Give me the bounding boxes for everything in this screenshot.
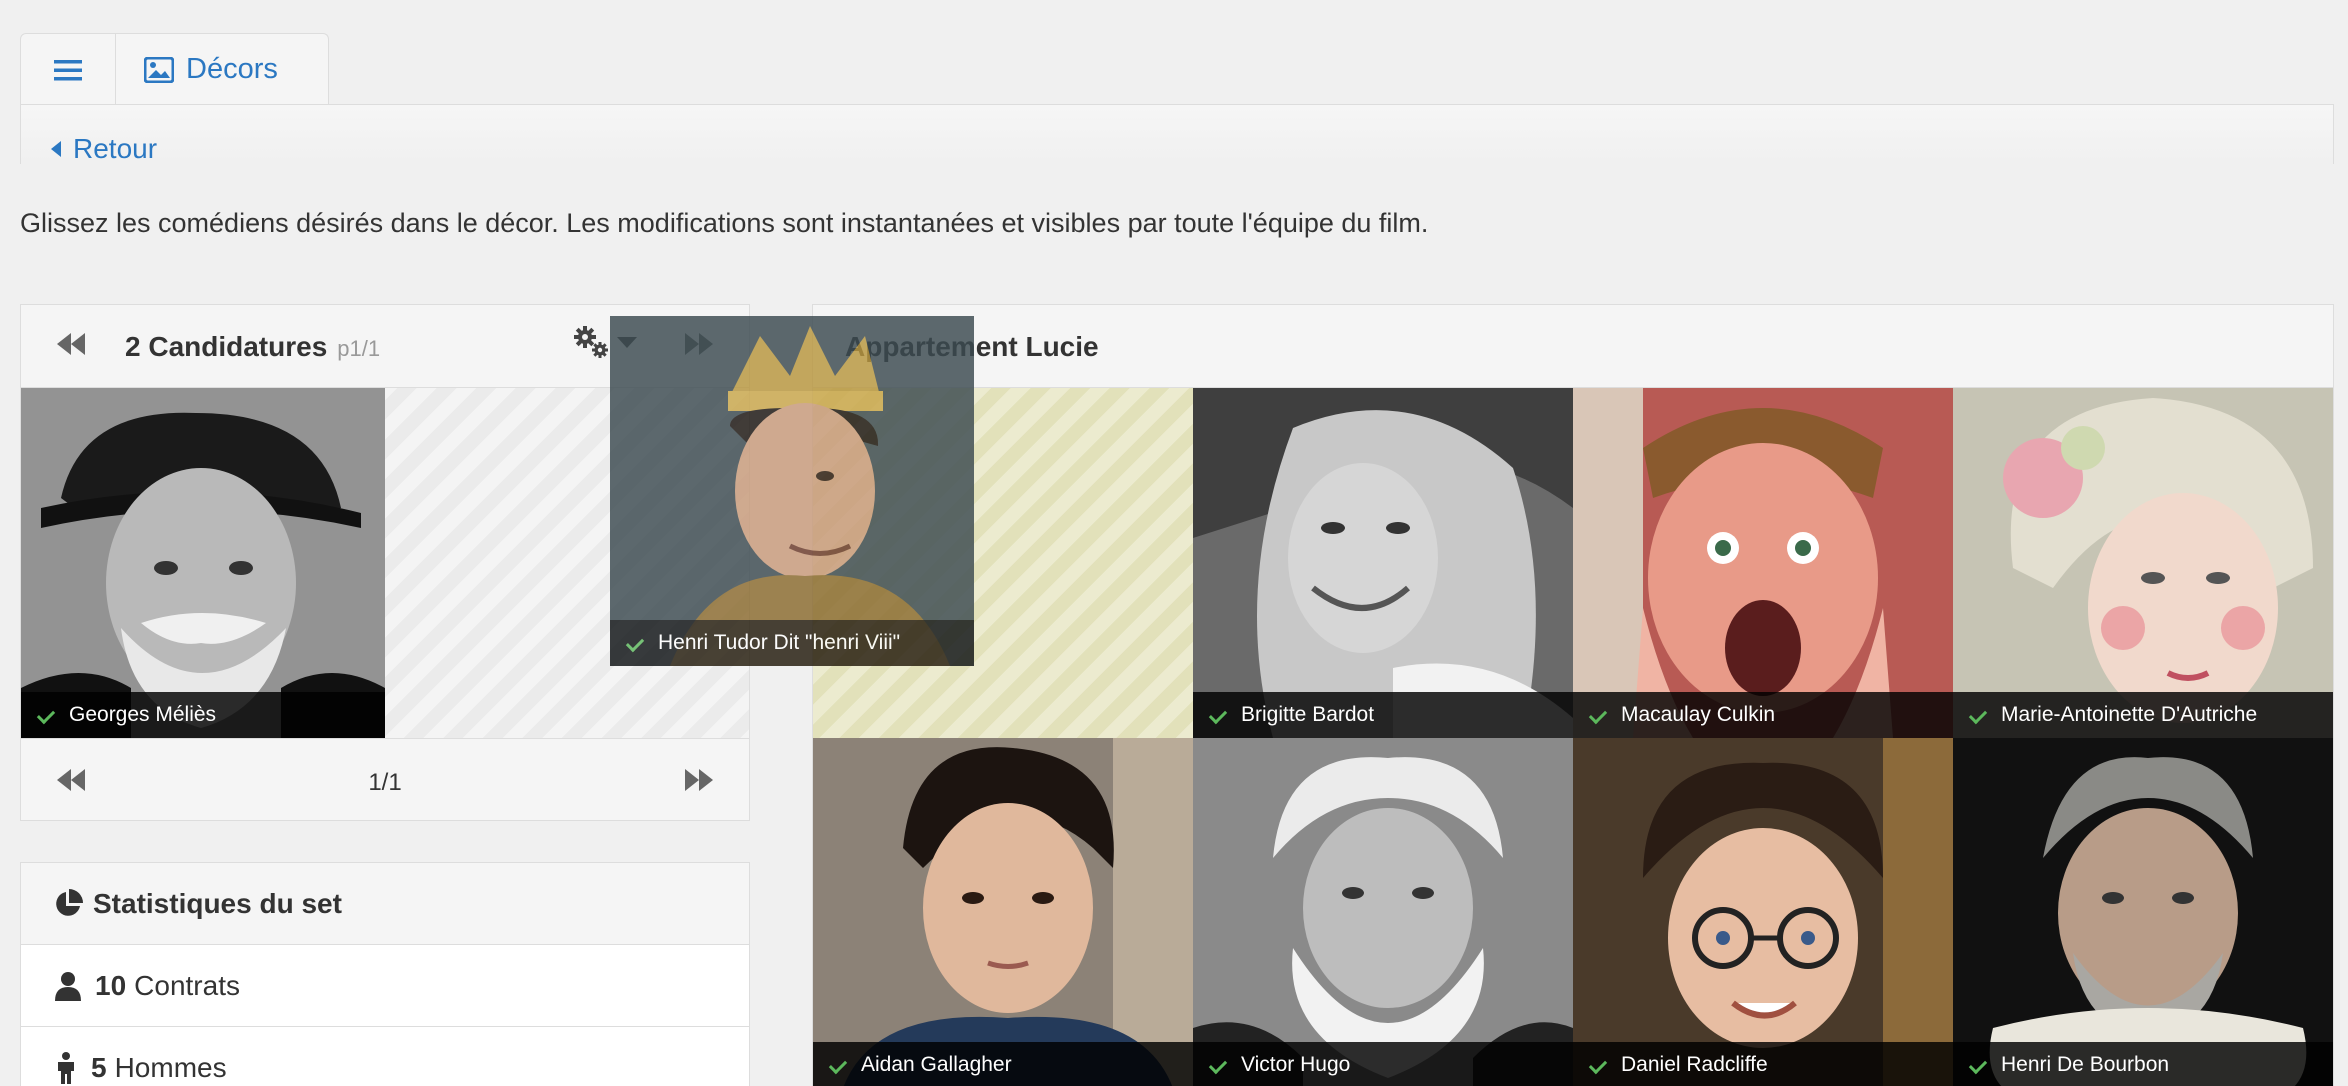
- instructions-text: Glissez les comédiens désirés dans le dé…: [20, 208, 1429, 238]
- back-label: Retour: [73, 133, 158, 164]
- actor-photo: [1193, 388, 1573, 738]
- actor-photo: [1193, 738, 1573, 1086]
- decor-header: Appartement Lucie: [813, 305, 2333, 388]
- last-page-icon[interactable]: [685, 769, 713, 791]
- actor-name: Henri Tudor Dit "henri Viii": [658, 631, 901, 654]
- check-icon: [39, 709, 57, 721]
- stats-panel: Statistiques du set 10 Contrats 5 Hommes: [20, 862, 750, 1086]
- caret-left-icon: [51, 141, 61, 157]
- check-icon: [831, 1059, 849, 1071]
- actor-photo: [1953, 738, 2333, 1086]
- candidatures-footer: 1/1: [21, 738, 749, 820]
- actor-photo: [1573, 738, 1953, 1086]
- decor-panel: Appartement Lucie Brigitte Bardot: [812, 304, 2334, 1086]
- check-icon: [1211, 709, 1229, 721]
- actor-card-macaulay-culkin[interactable]: Macaulay Culkin: [1573, 388, 1953, 738]
- actor-caption: Henri De Bourbon: [1953, 1042, 2333, 1086]
- actor-caption: Henri Tudor Dit "henri Viii": [610, 620, 974, 666]
- check-icon: [628, 637, 646, 649]
- actor-name: Marie-Antoinette D'Autriche: [2001, 703, 2258, 726]
- actor-caption: Macaulay Culkin: [1573, 692, 1953, 738]
- tab-decors-label: Décors: [186, 53, 278, 85]
- male-icon: [58, 1051, 74, 1084]
- actor-card-brigitte-bardot[interactable]: Brigitte Bardot: [1193, 388, 1573, 738]
- check-icon: [1971, 709, 1989, 721]
- user-icon: [55, 971, 81, 1001]
- actor-caption: Daniel Radcliffe: [1573, 1042, 1953, 1086]
- actor-caption: Brigitte Bardot: [1193, 692, 1573, 738]
- stats-header: Statistiques du set: [21, 863, 749, 945]
- actor-card-henri-de-bourbon[interactable]: Henri De Bourbon: [1953, 738, 2333, 1086]
- actor-caption: Marie-Antoinette D'Autriche: [1953, 692, 2333, 738]
- check-icon: [1971, 1059, 1989, 1071]
- stat-value: 10: [95, 969, 127, 1001]
- stat-row-contrats: 10 Contrats: [21, 945, 749, 1027]
- pie-chart-icon: [56, 888, 83, 916]
- actor-photo: [813, 738, 1193, 1086]
- actor-name: Brigitte Bardot: [1241, 703, 1375, 726]
- actor-card-daniel-radcliffe[interactable]: Daniel Radcliffe: [1573, 738, 1953, 1086]
- stat-value: 5: [91, 1051, 107, 1083]
- stat-label: Hommes: [114, 1051, 227, 1083]
- actor-photo: [1953, 388, 2333, 738]
- actor-name: Daniel Radcliffe: [1621, 1053, 1768, 1076]
- page-indicator: 1/1: [368, 769, 402, 796]
- actor-caption: Georges Méliès: [21, 692, 385, 738]
- actor-name: Macaulay Culkin: [1621, 703, 1776, 726]
- header-panel: Retour: [20, 104, 2334, 164]
- actor-photo: [610, 316, 974, 666]
- check-icon: [1591, 1059, 1609, 1071]
- tab-decors[interactable]: Décors: [116, 33, 329, 105]
- actor-photo: [21, 388, 385, 738]
- first-page-icon[interactable]: [57, 333, 85, 355]
- actor-photo: [1573, 388, 1953, 738]
- check-icon: [1211, 1059, 1229, 1071]
- stats-title: Statistiques du set: [93, 887, 342, 919]
- actor-card-victor-hugo[interactable]: Victor Hugo: [1193, 738, 1573, 1086]
- actor-name: Aidan Gallagher: [861, 1053, 1012, 1076]
- dragged-actor-card[interactable]: Henri Tudor Dit "henri Viii": [610, 316, 974, 666]
- actor-name: Henri De Bourbon: [2001, 1053, 2170, 1076]
- menu-tab[interactable]: [20, 33, 116, 105]
- tab-bar: Décors: [20, 33, 329, 105]
- candidatures-count: 2 Candidatures: [125, 331, 328, 362]
- actor-name: Victor Hugo: [1241, 1053, 1351, 1076]
- actor-caption: Aidan Gallagher: [813, 1042, 1193, 1086]
- hamburger-icon: [54, 59, 82, 80]
- check-icon: [1591, 709, 1609, 721]
- stat-label: Contrats: [134, 969, 240, 1001]
- actor-card-aidan-gallagher[interactable]: Aidan Gallagher: [813, 738, 1193, 1086]
- candidatures-title: 2 Candidatures p1/1: [125, 331, 380, 363]
- gears-icon: [574, 326, 608, 358]
- candidatures-page: p1/1: [337, 336, 381, 361]
- actor-caption: Victor Hugo: [1193, 1042, 1573, 1086]
- actor-card-georges-melies[interactable]: Georges Méliès: [21, 388, 385, 738]
- actor-name: Georges Méliès: [69, 703, 217, 726]
- stat-row-hommes: 5 Hommes: [21, 1027, 749, 1086]
- image-icon: [144, 56, 174, 83]
- decor-grid: Brigitte Bardot Macaulay Culkin Marie-An…: [813, 388, 2333, 1086]
- actor-card-marie-antoinette[interactable]: Marie-Antoinette D'Autriche: [1953, 388, 2333, 738]
- back-link[interactable]: Retour: [51, 133, 157, 165]
